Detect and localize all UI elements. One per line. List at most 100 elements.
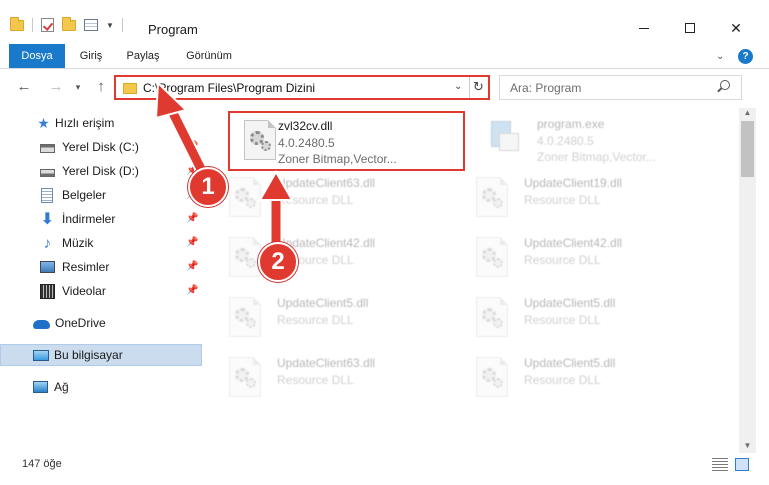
toolbar-divider (121, 18, 123, 32)
file-item[interactable]: UpdateClient42.dll Resource DLL (462, 230, 707, 288)
details-view-icon[interactable] (712, 458, 728, 471)
sidebar-item-downloads[interactable]: ⬇ İndirmeler 📌 (0, 208, 202, 230)
sidebar-item-label: Belgeler (62, 188, 107, 202)
dll-file-icon (476, 177, 508, 217)
pin-icon[interactable]: 📌 (186, 261, 198, 272)
file-description: Resource DLL (524, 193, 601, 207)
file-name: UpdateClient63.dll (277, 176, 376, 190)
window-title: Program (148, 22, 198, 37)
onedrive-icon (33, 320, 50, 329)
file-description: Resource DLL (277, 313, 354, 327)
file-item[interactable]: UpdateClient5.dll Resource DLL (215, 290, 460, 348)
forward-button[interactable]: → (46, 76, 66, 98)
file-item[interactable]: UpdateClient63.dll Resource DLL (215, 350, 460, 408)
scrollbar-thumb[interactable] (741, 121, 754, 177)
file-description: Resource DLL (277, 193, 354, 207)
pin-icon[interactable]: 📌 (186, 213, 198, 224)
dll-file-icon (476, 297, 508, 337)
sidebar-item-this-pc[interactable]: Bu bilgisayar (0, 344, 202, 366)
network-icon (33, 381, 48, 393)
folder-icon (123, 83, 137, 94)
file-description: Zoner Bitmap,Vector... (278, 152, 397, 166)
tab-share[interactable]: Paylaş (117, 44, 169, 68)
sidebar-item-onedrive[interactable]: OneDrive (0, 312, 202, 334)
sidebar-item-label: OneDrive (55, 316, 106, 330)
file-item[interactable]: UpdateClient63.dll Resource DLL (215, 170, 460, 228)
sidebar-item-local-disk-c[interactable]: Yerel Disk (C:) 📌 (0, 136, 202, 158)
ribbon-tabs: Dosya Giriş Paylaş Görünüm ⌄ ? (0, 44, 769, 69)
sidebar-item-music[interactable]: ♪ Müzik 📌 (0, 232, 202, 254)
file-item[interactable]: UpdateClient5.dll Resource DLL (462, 350, 707, 408)
file-item-zvl32cv[interactable]: zvl32cv.dll 4.0.2480.5 Zoner Bitmap,Vect… (228, 111, 465, 171)
sidebar-item-videos[interactable]: Videolar 📌 (0, 280, 202, 302)
tab-home[interactable]: Giriş (71, 44, 111, 68)
search-box[interactable] (499, 75, 742, 100)
file-name: UpdateClient5.dll (277, 296, 369, 310)
maximize-button[interactable] (667, 14, 713, 42)
address-path[interactable]: C:\Program Files\Program Dizini (143, 81, 315, 95)
scroll-down-icon[interactable]: ▼ (739, 441, 756, 450)
properties-check-icon[interactable] (41, 18, 54, 32)
pin-icon[interactable]: 📌 (186, 237, 198, 248)
customize-toolbar-icon[interactable]: ▼ (106, 21, 114, 30)
tab-view[interactable]: Görünüm (175, 44, 243, 68)
file-name: program.exe (537, 117, 605, 131)
dll-file-icon (229, 237, 261, 277)
close-button[interactable]: ✕ (713, 14, 759, 42)
file-name: UpdateClient19.dll (524, 176, 623, 190)
new-folder-icon[interactable] (62, 16, 76, 31)
minimize-button[interactable] (621, 14, 667, 42)
annotation-badge-2: 2 (258, 242, 298, 282)
chevron-down-icon[interactable]: ⌄ (716, 51, 724, 62)
pin-icon[interactable]: 📌 (186, 141, 198, 152)
chevron-down-icon[interactable]: ⌄ (454, 81, 462, 92)
search-icon[interactable] (720, 80, 730, 90)
vertical-scrollbar[interactable]: ▲ ▼ (739, 108, 756, 453)
music-icon: ♪ (43, 234, 52, 252)
large-icons-view-icon[interactable] (735, 458, 749, 471)
download-icon: ⬇ (40, 210, 55, 228)
computer-icon (33, 350, 49, 361)
pictures-icon (40, 261, 55, 273)
file-description: Resource DLL (524, 373, 601, 387)
documents-icon (41, 187, 53, 203)
sidebar-item-quick-access[interactable]: ★ Hızlı erişim (0, 112, 202, 134)
search-input[interactable] (500, 76, 710, 99)
tab-file[interactable]: Dosya (9, 44, 65, 68)
sidebar-item-local-disk-d[interactable]: Yerel Disk (D:) 📌 (0, 160, 202, 182)
help-icon[interactable]: ? (738, 49, 753, 64)
exe-file-icon (489, 118, 521, 154)
file-description: Resource DLL (524, 313, 601, 327)
folder-icon[interactable] (10, 16, 24, 31)
sidebar-item-label: Yerel Disk (D:) (62, 164, 139, 178)
properties-icon[interactable] (84, 19, 98, 31)
file-item[interactable]: UpdateClient19.dll Resource DLL (462, 170, 707, 228)
minimize-icon (639, 27, 649, 29)
back-button[interactable]: ← (14, 76, 34, 98)
sidebar-item-label: Yerel Disk (C:) (62, 140, 139, 154)
sidebar-item-pictures[interactable]: Resimler 📌 (0, 256, 202, 278)
sidebar-item-network[interactable]: Ağ (0, 376, 202, 398)
refresh-icon[interactable]: ↻ (473, 79, 484, 95)
file-name: UpdateClient63.dll (277, 356, 376, 370)
file-name: UpdateClient5.dll (524, 356, 616, 370)
file-name: UpdateClient5.dll (524, 296, 616, 310)
file-item[interactable]: UpdateClient42.dll Resource DLL (215, 230, 460, 288)
toolbar-divider (32, 18, 33, 32)
pin-icon[interactable]: 📌 (186, 285, 198, 296)
file-description: Zoner Bitmap,Vector... (537, 150, 656, 164)
dll-file-icon (229, 357, 261, 397)
sidebar-item-label: Resimler (62, 260, 110, 274)
recent-locations-button[interactable]: ▾ (71, 76, 85, 98)
up-button[interactable]: ↑ (91, 76, 111, 98)
file-item[interactable]: UpdateClient5.dll Resource DLL (462, 290, 707, 348)
file-version: 4.0.2480.5 (278, 136, 335, 150)
scroll-up-icon[interactable]: ▲ (739, 108, 756, 117)
sidebar-item-documents[interactable]: Belgeler 📌 (0, 184, 202, 206)
address-bar[interactable]: C:\Program Files\Program Dizini ⌄ ↻ (114, 75, 490, 100)
file-item-program-exe[interactable]: program.exe 4.0.2480.5 Zoner Bitmap,Vect… (475, 111, 720, 169)
file-description: Resource DLL (277, 373, 354, 387)
sidebar-item-label: Bu bilgisayar (54, 348, 123, 362)
file-list: zvl32cv.dll 4.0.2480.5 Zoner Bitmap,Vect… (215, 108, 739, 453)
drive-icon (40, 169, 55, 177)
